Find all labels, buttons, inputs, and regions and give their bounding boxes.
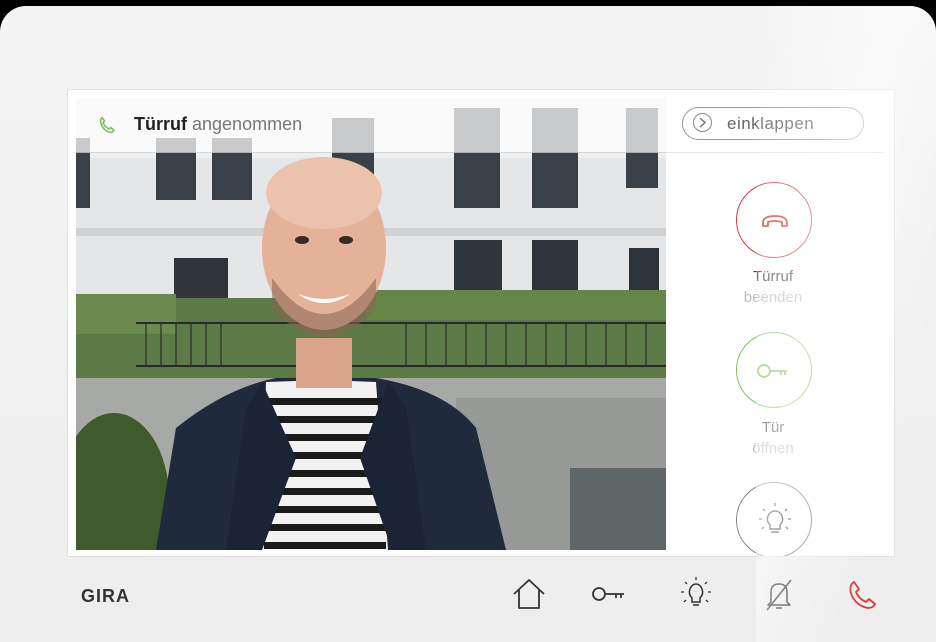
brand-logo: GIRA — [81, 586, 130, 606]
light-bulb-icon — [681, 577, 711, 606]
call-status-bar: Türruf angenommen — [76, 98, 666, 153]
home-icon — [513, 579, 545, 609]
end-call-button[interactable] — [736, 182, 812, 258]
bell-muted-icon — [766, 579, 792, 611]
end-call-label-line1: Türruf — [752, 268, 793, 285]
key-icon — [757, 364, 787, 378]
end-call-label: Türruf beenden — [666, 266, 880, 308]
panel-divider — [666, 152, 884, 153]
chevron-right-icon — [693, 113, 712, 132]
nav-mute-button[interactable] — [759, 574, 799, 614]
phone-icon — [849, 581, 876, 609]
call-state: angenommen — [192, 114, 303, 134]
light-bulb-icon — [759, 503, 791, 533]
open-door-label: Tür öffnen — [666, 417, 880, 459]
key-icon — [592, 587, 624, 601]
collapse-button[interactable]: einklappen — [682, 107, 864, 140]
end-call-label-line2: beenden — [743, 289, 803, 306]
open-door-label-line2: öffnen — [752, 440, 794, 457]
end-call-icon — [762, 215, 788, 227]
nav-door-button[interactable] — [590, 574, 630, 614]
intercom-device: Türruf angenommen einklappen Türruf been… — [0, 6, 936, 642]
video-feed: Türruf angenommen — [76, 98, 666, 550]
light-button[interactable] — [736, 482, 812, 556]
open-door-button[interactable] — [736, 332, 812, 408]
touch-screen: Türruf angenommen einklappen Türruf been… — [68, 90, 894, 556]
open-door-label-line1: Tür — [761, 419, 785, 436]
call-status-text: Türruf angenommen — [134, 114, 302, 135]
nav-call-button[interactable] — [842, 574, 882, 614]
phone-icon — [98, 116, 116, 134]
collapse-label: einklappen — [727, 114, 815, 133]
nav-home-button[interactable] — [509, 574, 549, 614]
call-title: Türruf — [134, 114, 187, 134]
nav-light-button[interactable] — [676, 574, 716, 614]
